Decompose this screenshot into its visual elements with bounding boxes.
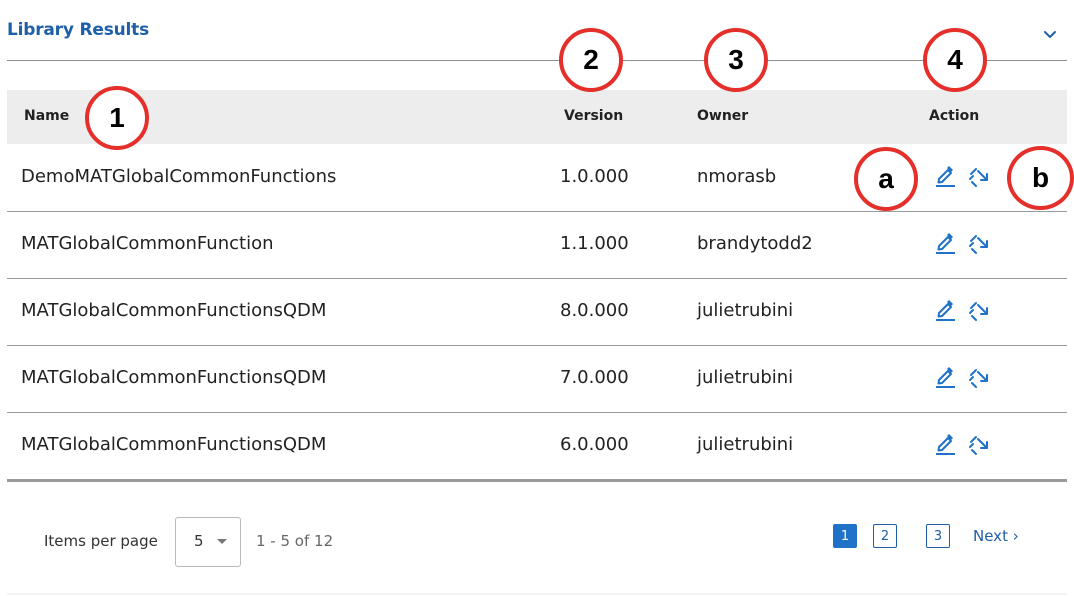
library-name: DemoMATGlobalCommonFunctions — [21, 166, 337, 187]
column-header-name[interactable]: Name — [24, 108, 69, 124]
section-header: Library Results — [7, 16, 1067, 61]
column-header-action: Action — [929, 108, 980, 124]
library-owner: julietrubini — [697, 300, 794, 321]
library-version: 7.0.000 — [560, 367, 629, 388]
callout-edit-action: a — [854, 147, 918, 211]
caret-down-icon — [217, 539, 227, 544]
table-row: MATGlobalCommonFunction 1.1.000 brandyto… — [7, 212, 1067, 279]
callout-owner-column: 3 — [704, 28, 768, 92]
library-version: 1.1.000 — [560, 233, 629, 254]
table-row: MATGlobalCommonFunctionsQDM 6.0.000 juli… — [7, 413, 1067, 480]
page-button-3[interactable]: 3 — [926, 524, 950, 548]
library-results-panel: Library Results Name Version Owner Actio… — [7, 0, 1074, 596]
library-name: MATGlobalCommonFunctionsQDM — [21, 434, 327, 455]
unlink-icon[interactable] — [968, 166, 990, 188]
column-header-owner[interactable]: Owner — [697, 108, 748, 124]
unlink-icon[interactable] — [968, 300, 990, 322]
library-owner: brandytodd2 — [697, 233, 813, 254]
unlink-icon[interactable] — [968, 367, 990, 389]
edit-icon[interactable] — [933, 365, 957, 389]
pagination-bar: Items per page 5 1 - 5 of 12 1 2 3 Next … — [7, 480, 1067, 595]
page-button-2[interactable]: 2 — [873, 524, 897, 548]
library-version: 6.0.000 — [560, 434, 629, 455]
callout-name-column: 1 — [85, 86, 149, 150]
library-name: MATGlobalCommonFunctionsQDM — [21, 300, 327, 321]
items-per-page-value: 5 — [194, 532, 204, 550]
edit-icon[interactable] — [933, 432, 957, 456]
library-name: MATGlobalCommonFunction — [21, 233, 274, 254]
edit-icon[interactable] — [933, 164, 957, 188]
callout-unlink-action: b — [1007, 146, 1074, 210]
library-version: 8.0.000 — [560, 300, 629, 321]
chevron-down-icon[interactable] — [1041, 26, 1059, 44]
table-row: MATGlobalCommonFunctionsQDM 7.0.000 juli… — [7, 346, 1067, 413]
page-button-1[interactable]: 1 — [833, 524, 857, 548]
table-row: MATGlobalCommonFunctionsQDM 8.0.000 juli… — [7, 279, 1067, 346]
table-header: Name Version Owner Action — [7, 90, 1067, 144]
section-title: Library Results — [7, 20, 149, 40]
edit-icon[interactable] — [933, 231, 957, 255]
items-per-page-select[interactable]: 5 — [175, 517, 241, 567]
column-header-version[interactable]: Version — [564, 108, 623, 124]
items-per-page-label: Items per page — [44, 532, 158, 550]
library-owner: julietrubini — [697, 434, 794, 455]
edit-icon[interactable] — [933, 298, 957, 322]
callout-action-column: 4 — [923, 28, 987, 92]
library-owner: nmorasb — [697, 166, 777, 187]
library-owner: julietrubini — [697, 367, 794, 388]
unlink-icon[interactable] — [968, 233, 990, 255]
next-page-link[interactable]: Next › — [973, 527, 1019, 545]
unlink-icon[interactable] — [968, 434, 990, 456]
library-name: MATGlobalCommonFunctionsQDM — [21, 367, 327, 388]
result-range: 1 - 5 of 12 — [256, 532, 334, 550]
callout-version-column: 2 — [559, 28, 623, 92]
library-version: 1.0.000 — [560, 166, 629, 187]
